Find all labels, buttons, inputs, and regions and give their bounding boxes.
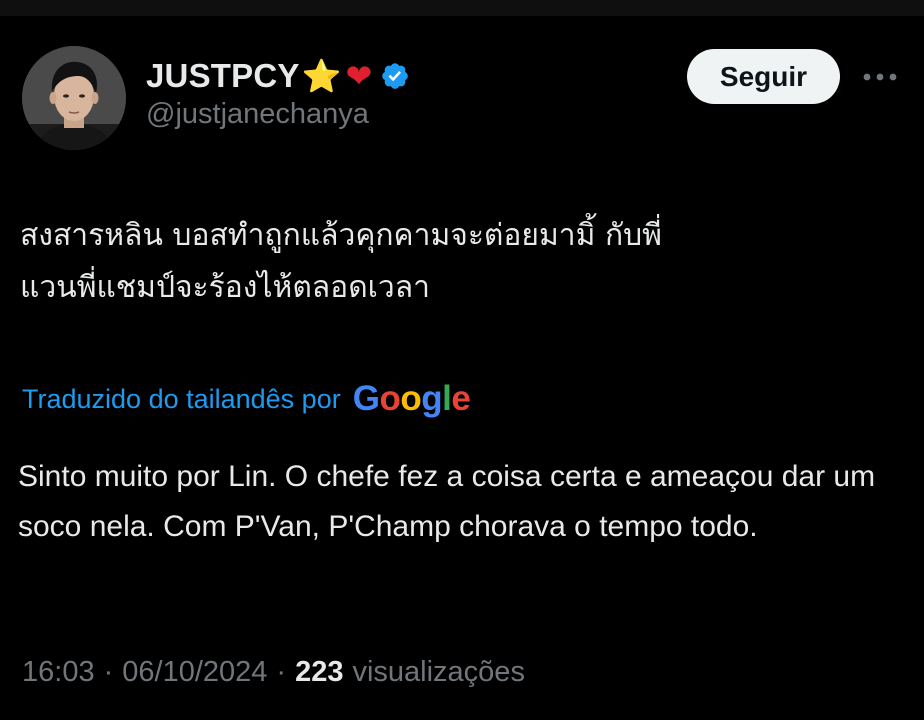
separator: · (276, 655, 287, 688)
tweet-detail-page: JUSTPCY ⭐ ❤ @justjanechanya Seguir สงสาร… (0, 0, 924, 720)
translated-by-label[interactable]: Traduzido do tailandês por (22, 384, 341, 415)
google-letter: g (421, 379, 443, 418)
top-bar (0, 0, 924, 16)
google-letter: l (442, 379, 452, 418)
tweet-translated-text: Sinto muito por Lin. O chefe fez a coisa… (18, 460, 876, 543)
tweet-original-text: สงสารหลิน บอสทำถูกแล้วคุกคามจะต่อยมามิ้ … (20, 218, 662, 305)
profile-photo-icon (22, 46, 126, 150)
heart-emoji-icon: ❤ (345, 57, 373, 95)
verified-badge-icon[interactable] (380, 61, 410, 91)
name-row: JUSTPCY ⭐ ❤ (146, 54, 410, 98)
more-horizontal-icon[interactable] (860, 62, 900, 92)
translation-attribution[interactable]: Traduzido do tailandês por Google (22, 376, 471, 422)
avatar[interactable] (22, 46, 126, 150)
user-handle[interactable]: @justjanechanya (146, 98, 369, 131)
google-logo: Google (353, 379, 471, 419)
display-name[interactable]: JUSTPCY (146, 57, 300, 95)
google-letter: o (400, 379, 422, 418)
tweet-meta: 16:03 · 06/10/2024 · 223 visualizações (22, 650, 525, 694)
star-emoji-icon: ⭐ (301, 57, 342, 95)
tweet-date[interactable]: 06/10/2024 (122, 656, 267, 689)
follow-button[interactable]: Seguir (687, 49, 840, 104)
google-letter: G (352, 379, 380, 418)
views-count: 223 (295, 655, 344, 688)
google-letter: o (379, 379, 401, 418)
views-label: visualizações (352, 655, 525, 688)
tweet-time[interactable]: 16:03 (22, 656, 95, 689)
separator: · (103, 655, 114, 688)
google-letter: e (451, 379, 471, 418)
